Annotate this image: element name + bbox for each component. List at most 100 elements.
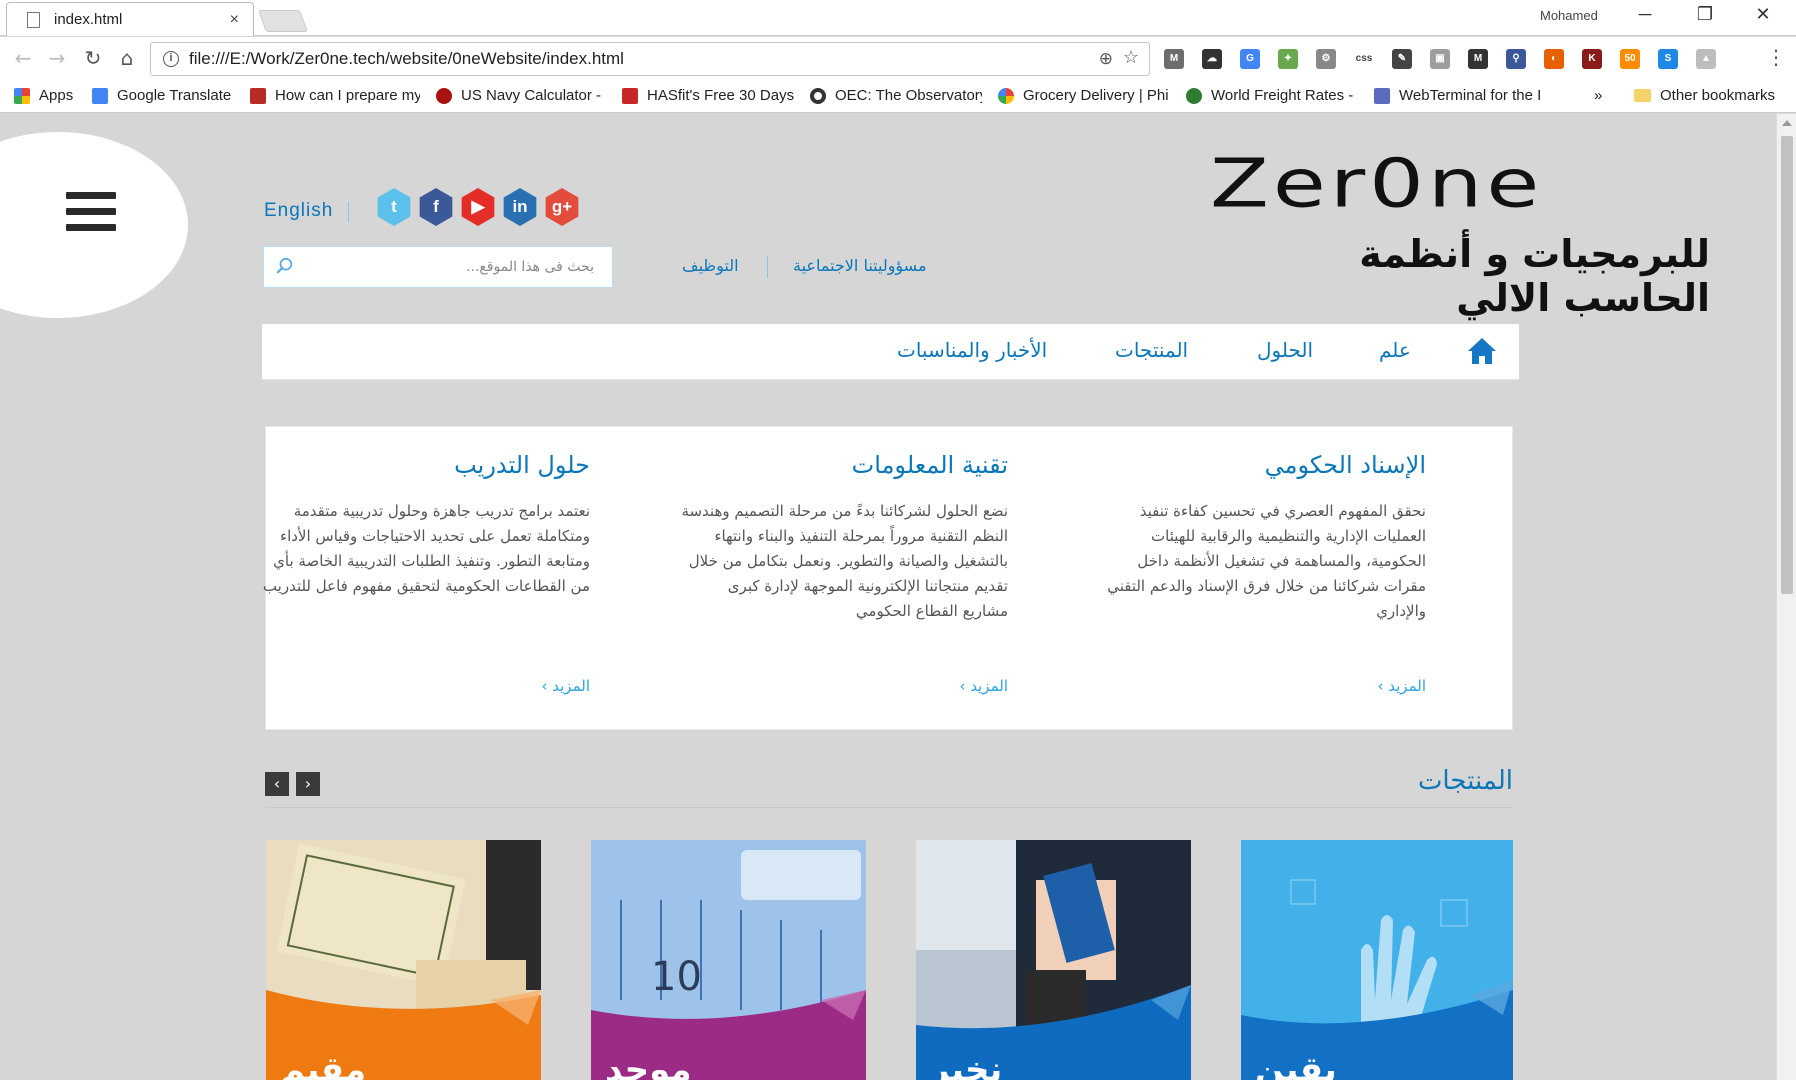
read-more-link[interactable]: المزيد ›: [541, 677, 590, 695]
product-label: نخبر: [930, 1050, 1003, 1080]
linkedin-icon[interactable]: in: [503, 188, 537, 226]
drive-ext-icon[interactable]: ▲: [1696, 49, 1716, 69]
product-label: مقيم: [280, 1050, 367, 1080]
url-text[interactable]: file:///E:/Work/Zer0ne.tech/website/0neW…: [189, 49, 624, 69]
folder-icon: [1634, 89, 1651, 102]
tab-title: index.html: [54, 11, 123, 28]
bookmark-star-icon[interactable]: ☆: [1123, 47, 1139, 68]
search-icon[interactable]: [276, 257, 294, 275]
cloud-ext-icon[interactable]: ☁: [1202, 49, 1222, 69]
navy-favicon: [436, 87, 452, 104]
fifty-ext-icon[interactable]: 50: [1620, 49, 1640, 69]
nav-news[interactable]: الأخبار والمناسبات: [897, 338, 1047, 362]
bookmark-item[interactable]: OEC: The Observatory: [810, 87, 982, 104]
other-bookmarks[interactable]: Other bookmarks: [1634, 87, 1775, 104]
bookmark-item[interactable]: World Freight Rates -: [1186, 87, 1362, 104]
bookmark-item[interactable]: How can I prepare my: [250, 87, 420, 104]
bookmark-item[interactable]: US Navy Calculator -: [436, 87, 604, 104]
social-responsibility-link[interactable]: مسؤوليتنا الاجتماعية: [793, 256, 927, 275]
page-scrollbar[interactable]: [1776, 114, 1796, 1080]
bookmark-apps[interactable]: Apps: [14, 87, 84, 104]
magnifier-ext-icon[interactable]: ⚲: [1506, 49, 1526, 69]
page-viewport: Zer0ne للبرمجيات و أنظمة الحاسب الالي En…: [0, 114, 1776, 1080]
logo-tagline: للبرمجيات و أنظمة الحاسب الالي: [1359, 232, 1710, 320]
nav-about[interactable]: علم: [1379, 338, 1411, 362]
read-more-link[interactable]: المزيد ›: [959, 677, 1008, 695]
css-ext-icon[interactable]: css: [1354, 49, 1374, 69]
product-card[interactable]: مقيم: [266, 840, 541, 1080]
feature-text: نعتمد برامج تدريب جاهزة وحلول تدريبية مت…: [262, 502, 590, 595]
features-panel: الإسناد الحكومي نحقق المفهوم العصري في ت…: [263, 426, 1513, 730]
browser-tab[interactable]: index.html ×: [6, 2, 254, 36]
slider-next-button[interactable]: ›: [296, 772, 320, 796]
new-tab-button[interactable]: [257, 10, 309, 32]
scroll-up-icon[interactable]: [1782, 120, 1792, 126]
forward-button[interactable]: →: [44, 46, 70, 70]
product-card[interactable]: يقين: [1241, 840, 1513, 1080]
m-ext-icon[interactable]: M: [1468, 49, 1488, 69]
feature-training: حلول التدريب نعتمد برامج تدريب جاهزة وحل…: [260, 451, 590, 701]
page-icon: [27, 11, 40, 28]
back-button[interactable]: ←: [10, 46, 36, 70]
scrollbar-thumb[interactable]: [1781, 136, 1793, 594]
nav-products[interactable]: المنتجات: [1115, 338, 1188, 362]
product-card[interactable]: نخبر: [916, 840, 1191, 1080]
product-card[interactable]: 10 موحد: [591, 840, 866, 1080]
search-input[interactable]: [304, 251, 604, 283]
careers-link[interactable]: التوظيف: [682, 256, 739, 275]
slider-prev-button[interactable]: ‹: [265, 772, 289, 796]
feature-text: نحقق المفهوم العصري في تحسين كفاءة تنفيذ…: [1107, 502, 1426, 620]
bookmarks-overflow-button[interactable]: »: [1594, 87, 1602, 104]
reload-button[interactable]: ↻: [80, 46, 106, 70]
site-info-icon[interactable]: i: [163, 51, 179, 67]
products-heading: المنتجات: [1417, 766, 1513, 796]
k-ext-icon[interactable]: K: [1582, 49, 1602, 69]
profile-name[interactable]: Mohamed: [1540, 8, 1598, 23]
bookmark-item[interactable]: Google Translate: [92, 87, 242, 104]
bookmark-item[interactable]: Grocery Delivery | Phi: [998, 87, 1170, 104]
bookmark-item[interactable]: HASfit's Free 30 Days: [622, 87, 794, 104]
s-ext-icon[interactable]: S: [1658, 49, 1678, 69]
feature-text: نضع الحلول لشركائنا بدءً من مرحلة التصمي…: [681, 502, 1008, 620]
hamburger-icon: [66, 192, 116, 240]
googleplus-icon[interactable]: g+: [545, 188, 579, 226]
translate-ext-icon[interactable]: G: [1240, 49, 1260, 69]
menu-button[interactable]: [0, 132, 188, 318]
divider: [348, 202, 349, 222]
globe-favicon: [1186, 87, 1202, 104]
close-window-button[interactable]: ✕: [1740, 4, 1786, 25]
minimize-button[interactable]: ─: [1622, 4, 1668, 25]
logo-text: Zer0ne: [1210, 145, 1544, 223]
bookmarks-bar: Apps Google Translate How can I prepare …: [0, 81, 1796, 113]
twitter-icon[interactable]: t: [377, 188, 411, 226]
read-more-link[interactable]: المزيد ›: [1377, 677, 1426, 695]
nav-solutions[interactable]: الحلول: [1257, 338, 1313, 362]
browser-tab-bar: index.html × Mohamed ─ ❐ ✕: [0, 0, 1796, 36]
divider: [265, 807, 1513, 808]
browser-menu-icon[interactable]: ⋮: [1766, 45, 1786, 69]
bookmark-item[interactable]: WebTerminal for the I: [1374, 87, 1540, 104]
tab-close-icon[interactable]: ×: [230, 11, 239, 29]
logo-wordmark: Zer0ne: [1210, 145, 1710, 223]
facebook-icon[interactable]: f: [419, 188, 453, 226]
youtube-icon[interactable]: ▶: [461, 188, 495, 226]
eyedropper-ext-icon[interactable]: ✎: [1392, 49, 1412, 69]
card-band: [591, 990, 866, 1080]
card-band: [1241, 980, 1513, 1080]
home-icon[interactable]: [1466, 336, 1498, 366]
restore-button[interactable]: ❐: [1682, 4, 1728, 25]
gmail-ext-icon[interactable]: M: [1164, 49, 1184, 69]
firefox-ext-icon[interactable]: ◐: [1544, 49, 1564, 69]
translate-favicon: [92, 87, 108, 104]
gear-ext-icon[interactable]: ⚙: [1316, 49, 1336, 69]
main-navigation: علم الحلول المنتجات الأخبار والمناسبات: [262, 324, 1519, 380]
zoom-icon[interactable]: ⊕: [1099, 49, 1113, 69]
site-logo[interactable]: Zer0ne للبرمجيات و أنظمة الحاسب الالي: [1210, 142, 1710, 320]
address-bar[interactable]: i file:///E:/Work/Zer0ne.tech/website/0n…: [150, 42, 1150, 76]
feature-title: الإسناد الحكومي: [1264, 451, 1426, 479]
home-button[interactable]: ⌂: [114, 46, 140, 70]
gray-ext-icon[interactable]: ▣: [1430, 49, 1450, 69]
language-link[interactable]: English: [264, 200, 333, 222]
google-favicon: [998, 87, 1014, 104]
green-ext-icon[interactable]: ✦: [1278, 49, 1298, 69]
